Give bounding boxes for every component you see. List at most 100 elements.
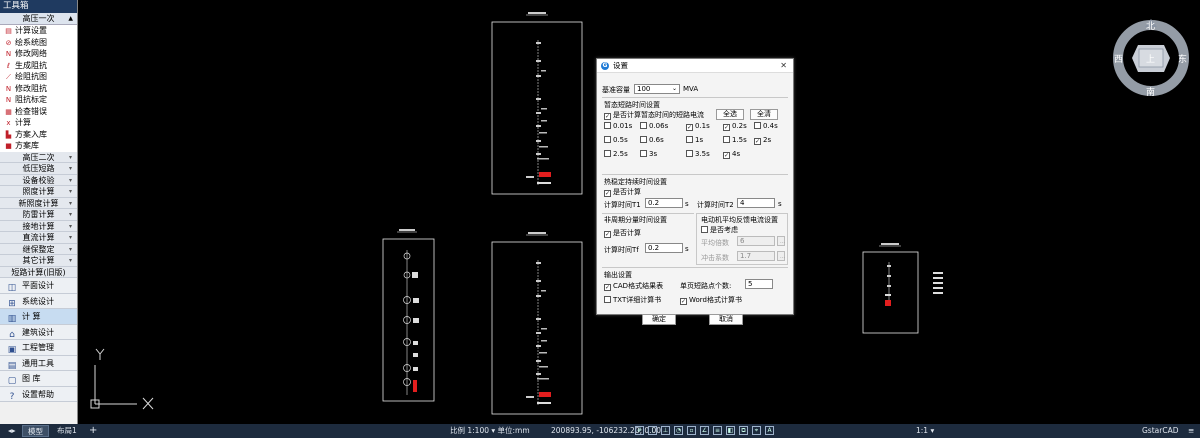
grid-icon[interactable]: # [635, 426, 644, 435]
toolbox-section[interactable]: 其它计算 ▾ [0, 255, 77, 267]
time-checkbox[interactable]: 1s [686, 136, 703, 144]
toolbox-item[interactable]: ▙ 方案入库 [0, 128, 77, 140]
avg-multiple-input[interactable]: 6 [737, 236, 775, 246]
transparency-icon[interactable]: ◧ [726, 426, 735, 435]
compass-north[interactable]: 北 [1146, 19, 1155, 32]
cad-result-checkbox[interactable]: ✓ CAD格式结果表 [604, 281, 663, 291]
view-cube-face-top[interactable]: 上 [1146, 52, 1155, 65]
time-checkbox[interactable]: 2.5s [604, 150, 628, 158]
select-all-button[interactable]: 全选 [716, 109, 744, 120]
ortho-icon[interactable]: ⊥ [661, 426, 670, 435]
time-checkbox[interactable]: 3.5s [686, 150, 710, 158]
compass-west[interactable]: 西 [1114, 52, 1123, 65]
dynamic-ucs-icon[interactable]: ⌖ [752, 426, 761, 435]
txt-detail-checkbox[interactable]: TXT详细计算书 [604, 295, 661, 305]
transient-section-title: 暂态短路时间设置 [604, 101, 660, 109]
checkbox-unchecked-icon [640, 136, 647, 143]
checkbox-checked-icon: ✓ [604, 284, 611, 291]
time-checkbox[interactable]: 0.06s [640, 122, 668, 130]
time-checkbox[interactable]: 0.5s [604, 136, 628, 144]
toolbox-section[interactable]: 防雷计算 ▾ [0, 209, 77, 221]
time-checkbox[interactable]: 0.4s [754, 122, 778, 130]
toolbox-item[interactable]: ▤ 计算设置 [0, 25, 77, 37]
toolbox-item[interactable]: ⟋ 绘阻抗图 [0, 71, 77, 83]
compass-south[interactable]: 南 [1146, 85, 1155, 98]
view-cube-compass[interactable]: 北 南 东 西 上 [1110, 15, 1192, 101]
add-layout-icon[interactable]: + [84, 425, 102, 437]
snap-icon[interactable]: ⋮ [648, 426, 657, 435]
toolbox-section-hv-primary[interactable]: 高压一次 ▲ [0, 13, 77, 25]
toolbox-section[interactable]: 接地计算 ▾ [0, 220, 77, 232]
tab-model[interactable]: 模型 [22, 425, 49, 437]
time-checkbox[interactable]: 0.01s [604, 122, 632, 130]
time-checkbox[interactable]: 0.6s [640, 136, 664, 144]
module-button[interactable]: ▤ 通用工具 [0, 355, 77, 371]
clear-all-button[interactable]: 全清 [750, 109, 778, 120]
toolbox-item[interactable]: N 修改阻抗 [0, 82, 77, 94]
impact-coefficient-picker[interactable]: … [777, 251, 785, 261]
page-points-input[interactable]: 5 [745, 279, 773, 289]
drawing-sheet-4 [862, 243, 943, 334]
time-checkbox[interactable]: 3s [640, 150, 657, 158]
time-checkbox[interactable]: ✓ 4s [723, 150, 740, 159]
annotation-scale[interactable]: 1:1 ▾ [916, 424, 934, 438]
module-button[interactable]: ◫ 平面设计 [0, 278, 77, 294]
annotation-visibility-icon[interactable]: A [765, 426, 774, 435]
toolbox-section[interactable]: 照度计算 ▾ [0, 186, 77, 198]
lineweight-icon[interactable]: ≡ [713, 426, 722, 435]
nav-prev-icon[interactable]: ◂▸ [3, 425, 21, 437]
time-checkbox[interactable]: ✓ 2s [754, 136, 771, 145]
word-calc-checkbox[interactable]: ✓ Word格式计算书 [680, 295, 742, 305]
osnap-icon[interactable]: ▫ [687, 426, 696, 435]
impact-coefficient-label: 冲击系数 [701, 254, 729, 262]
tf-input[interactable]: 0.2 [645, 243, 683, 253]
base-capacity-select[interactable]: 100 ⌄ [634, 84, 680, 94]
toolbox-section[interactable]: 高压二次 ▾ [0, 151, 77, 163]
scale-unit-readout[interactable]: 比例 1:100 ▾ 单位:mm [450, 424, 530, 438]
dialog-titlebar[interactable]: G 设置 ✕ [597, 59, 793, 73]
impact-coefficient-input[interactable]: 1.7 [737, 251, 775, 261]
toolbox-item[interactable]: ▦ 检查错误 [0, 105, 77, 117]
toolbox-item[interactable]: ■ 方案库 [0, 140, 77, 152]
time-checkbox[interactable]: 1.5s [723, 136, 747, 144]
toolbox-item[interactable]: N 阻抗标定 [0, 94, 77, 106]
ok-button[interactable]: 确定 [642, 314, 676, 325]
t1-input[interactable]: 0.2 [645, 198, 683, 208]
polar-icon[interactable]: ◔ [674, 426, 683, 435]
transient-checkbox[interactable]: ✓ 是否计算暂态时间的短路电流 [604, 110, 704, 120]
thermal-checkbox[interactable]: ✓ 是否计算 [604, 187, 641, 197]
toolbox-item[interactable]: ℓ 生成阻抗 [0, 59, 77, 71]
otrack-icon[interactable]: ∠ [700, 426, 709, 435]
cancel-button[interactable]: 取消 [709, 314, 743, 325]
toolbox-section[interactable]: 设备校验 ▾ [0, 174, 77, 186]
toolbox-section[interactable]: 新照度计算 ▾ [0, 197, 77, 209]
toolbox-section-label: 短路计算(旧版) [11, 267, 66, 277]
module-button[interactable]: ▢ 图 库 [0, 371, 77, 387]
close-icon[interactable]: ✕ [780, 61, 787, 70]
time-checkbox[interactable]: ✓ 0.1s [686, 122, 710, 131]
module-button[interactable]: ⌂ 建筑设计 [0, 324, 77, 340]
compass-east[interactable]: 东 [1178, 52, 1187, 65]
t2-input[interactable]: 4 [737, 198, 775, 208]
toolbox-section[interactable]: 继保整定 ▾ [0, 243, 77, 255]
checkbox-checked-icon: ✓ [604, 231, 611, 238]
module-button[interactable]: ? 设置帮助 [0, 386, 77, 402]
avg-multiple-picker[interactable]: … [777, 236, 785, 246]
toolbox-section[interactable]: 直流计算 ▾ [0, 232, 77, 244]
toolbox-item[interactable]: x 计算 [0, 117, 77, 129]
module-button[interactable]: ▣ 工程管理 [0, 340, 77, 356]
motor-checkbox[interactable]: 是否考虑 [701, 225, 738, 235]
selection-cycling-icon[interactable]: ⧉ [739, 426, 748, 435]
toolbox-item-label: 阻抗标定 [15, 95, 47, 104]
time-checkbox[interactable]: ✓ 0.2s [723, 122, 747, 131]
tab-layout1[interactable]: 布局1 [52, 425, 82, 437]
module-button[interactable]: ▥ 计 算 [0, 309, 77, 325]
toolbox-section[interactable]: 低压短路 ▾ [0, 163, 77, 175]
status-bar: ◂▸ 模型 布局1 + 比例 1:100 ▾ 单位:mm 200893.95, … [0, 424, 1200, 438]
module-button[interactable]: ⊞ 系统设计 [0, 293, 77, 309]
toolbox-item[interactable]: N 修改网络 [0, 48, 77, 60]
aperiodic-checkbox[interactable]: ✓ 是否计算 [604, 228, 641, 238]
toolbox-item[interactable]: ⊘ 绘系统图 [0, 36, 77, 48]
menu-icon[interactable]: ≡ [1188, 424, 1194, 438]
toolbox-section[interactable]: 短路计算(旧版) [0, 266, 77, 278]
